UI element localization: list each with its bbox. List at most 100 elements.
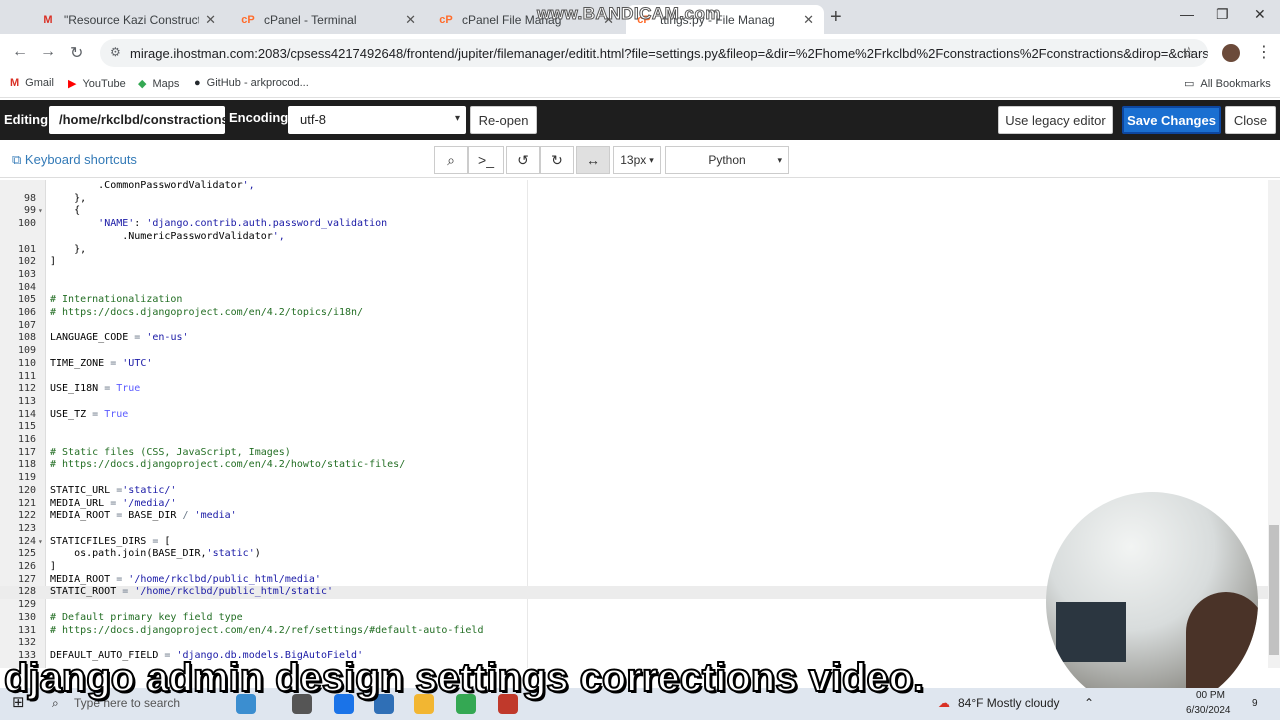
code-line[interactable]: 102] [0,256,1268,269]
line-number: 124 [17,535,36,547]
url-text: mirage.ihostman.com:2083/cpsess421749264… [130,45,1208,61]
screen: M "Resource Kazi Construction Ltd ✕ cP c… [0,0,1280,720]
tab-resource-kazi[interactable]: M "Resource Kazi Construction Ltd ✕ [30,5,226,34]
line-number: 105 [17,294,36,306]
line-number: 120 [17,484,36,496]
code-text: USE_TZ = True [50,408,129,420]
code-text: 'NAME': 'django.contrib.auth.password_va… [98,218,388,230]
bookmark-star-icon[interactable]: ☆ [1182,43,1196,63]
code-line[interactable]: .NumericPasswordValidator', [0,231,1268,244]
chevron-down-icon: ▾ [777,154,782,165]
bookmark-label: YouTube [82,77,126,90]
line-number: 109 [17,345,36,357]
close-button[interactable]: Close [1225,106,1276,134]
tab-cpanel-terminal[interactable]: cP cPanel - Terminal ✕ [230,5,426,34]
wrap-toggle-button[interactable]: ↔ [576,146,610,174]
code-line[interactable]: 117 # Static files (CSS, JavaScript, Imag… [0,447,1268,460]
font-size-select[interactable]: 13px ▾ [613,146,661,174]
code-line[interactable]: 120 STATIC_URL ='static/' [0,485,1268,498]
close-tab-icon[interactable]: ✕ [205,12,216,28]
bookmark-gmail[interactable]: M Gmail [10,77,54,89]
search-button[interactable]: ⌕ [434,146,468,174]
file-path-field[interactable]: /home/rkclbd/constractions/constractions… [49,106,225,134]
bookmark-github[interactable]: ● GitHub - arkprocod... [194,77,309,89]
encoding-select[interactable]: utf-8 ▾ [288,106,466,134]
close-tab-icon[interactable]: ✕ [803,12,814,28]
fold-toggle-icon[interactable]: ▾ [38,536,43,549]
code-text: MEDIA_ROOT = BASE_DIR / 'media' [50,510,237,522]
github-icon: ● [194,77,201,89]
language-select[interactable]: Python ▾ [665,146,789,174]
reload-icon[interactable]: ↻ [70,43,83,63]
scrollbar-thumb[interactable] [1269,525,1279,655]
line-number: 123 [17,522,36,534]
redo-button[interactable]: ↻ [540,146,574,174]
editor-toolbar: ⧉ Keyboard shortcuts ⌕ >_ ↺ ↻ ↔ 13px ▾ P… [0,142,1280,178]
line-number: 100 [17,218,36,230]
code-line[interactable]: 109 [0,345,1268,358]
encoding-value: utf-8 [300,112,327,127]
profile-avatar[interactable] [1222,44,1240,62]
reopen-button[interactable]: Re-open [470,106,537,134]
language-value: Python [708,153,746,167]
code-line[interactable]: 104 [0,282,1268,295]
save-changes-button[interactable]: Save Changes [1122,106,1221,134]
code-text: # https://docs.djangoproject.com/en/4.2/… [50,307,364,318]
keyboard-shortcuts-link[interactable]: ⧉ Keyboard shortcuts [12,152,137,168]
notification-badge[interactable]: 9 [1252,698,1258,709]
bookmark-label: GitHub - arkprocod... [206,77,309,89]
code-text: }, [50,243,87,255]
chevron-down-icon: ▾ [454,113,460,124]
goto-line-button[interactable]: >_ [468,146,504,174]
code-line[interactable]: 101 }, [0,244,1268,257]
code-line[interactable]: 122 MEDIA_ROOT = BASE_DIR / 'media' [0,510,1268,523]
code-text: # Static files (CSS, JavaScript, Images) [50,446,291,458]
minimize-icon[interactable]: — [1180,6,1194,22]
code-line[interactable]: 119 [0,472,1268,485]
weather-text[interactable]: 84°F Mostly cloudy [958,696,1060,710]
line-number: 108 [17,332,36,344]
youtube-icon: ▶ [68,78,77,90]
bookmark-maps[interactable]: ◆ Maps [138,77,179,91]
code-line[interactable]: 111 [0,371,1268,384]
undo-button[interactable]: ↺ [506,146,540,174]
code-line[interactable]: 105 # Internationalization [0,294,1268,307]
code-line[interactable]: 114 USE_TZ = True [0,409,1268,422]
clock-date[interactable]: 6/30/2024 [1186,705,1231,716]
line-number: 102 [17,256,36,268]
code-line[interactable]: 116 [0,434,1268,447]
line-number: 129 [17,599,36,611]
code-line[interactable]: 106 # https://docs.djangoproject.com/en/4… [0,307,1268,320]
address-bar[interactable]: ⚙ mirage.ihostman.com:2083/cpsess4217492… [100,39,1208,67]
close-window-icon[interactable]: ✕ [1254,6,1266,23]
clock-time[interactable]: 00 PM [1196,690,1225,701]
undo-icon: ↺ [517,151,529,168]
line-number: 114 [17,408,36,420]
legacy-editor-button[interactable]: Use legacy editor [998,106,1113,134]
code-line[interactable]: 115 [0,421,1268,434]
code-line[interactable]: 108 LANGUAGE_CODE = 'en-us' [0,332,1268,345]
code-line[interactable]: 103 [0,269,1268,282]
site-info-icon[interactable]: ⚙ [110,45,121,59]
close-tab-icon[interactable]: ✕ [405,12,416,28]
fold-toggle-icon[interactable]: ▾ [38,205,43,218]
tray-chevron-icon[interactable]: ⌃ [1084,696,1094,710]
browser-menu-icon[interactable]: ⋮ [1256,42,1272,62]
code-text: ] [50,256,57,268]
bookmark-youtube[interactable]: ▶ YouTube [68,77,126,91]
code-line[interactable]: 113 [0,396,1268,409]
code-line[interactable]: 98 }, [0,193,1268,206]
new-tab-icon[interactable]: + [830,6,842,29]
code-line[interactable]: 112 USE_I18N = True [0,383,1268,396]
code-line[interactable]: 107 [0,320,1268,333]
code-line[interactable]: 100 'NAME': 'django.contrib.auth.passwor… [0,218,1268,231]
code-line[interactable]: 121 MEDIA_URL = '/media/' [0,498,1268,511]
back-icon[interactable]: ← [12,43,28,61]
code-line[interactable]: 110 TIME_ZONE = 'UTC' [0,358,1268,371]
all-bookmarks[interactable]: ▭ All Bookmarks [1184,77,1271,91]
code-line[interactable]: 99 ▾ { [0,205,1268,218]
code-line[interactable]: .CommonPasswordValidator', [0,180,1268,193]
forward-icon[interactable]: → [40,43,56,61]
maximize-icon[interactable]: ❐ [1216,6,1229,23]
code-line[interactable]: 118 # https://docs.djangoproject.com/en/4… [0,459,1268,472]
